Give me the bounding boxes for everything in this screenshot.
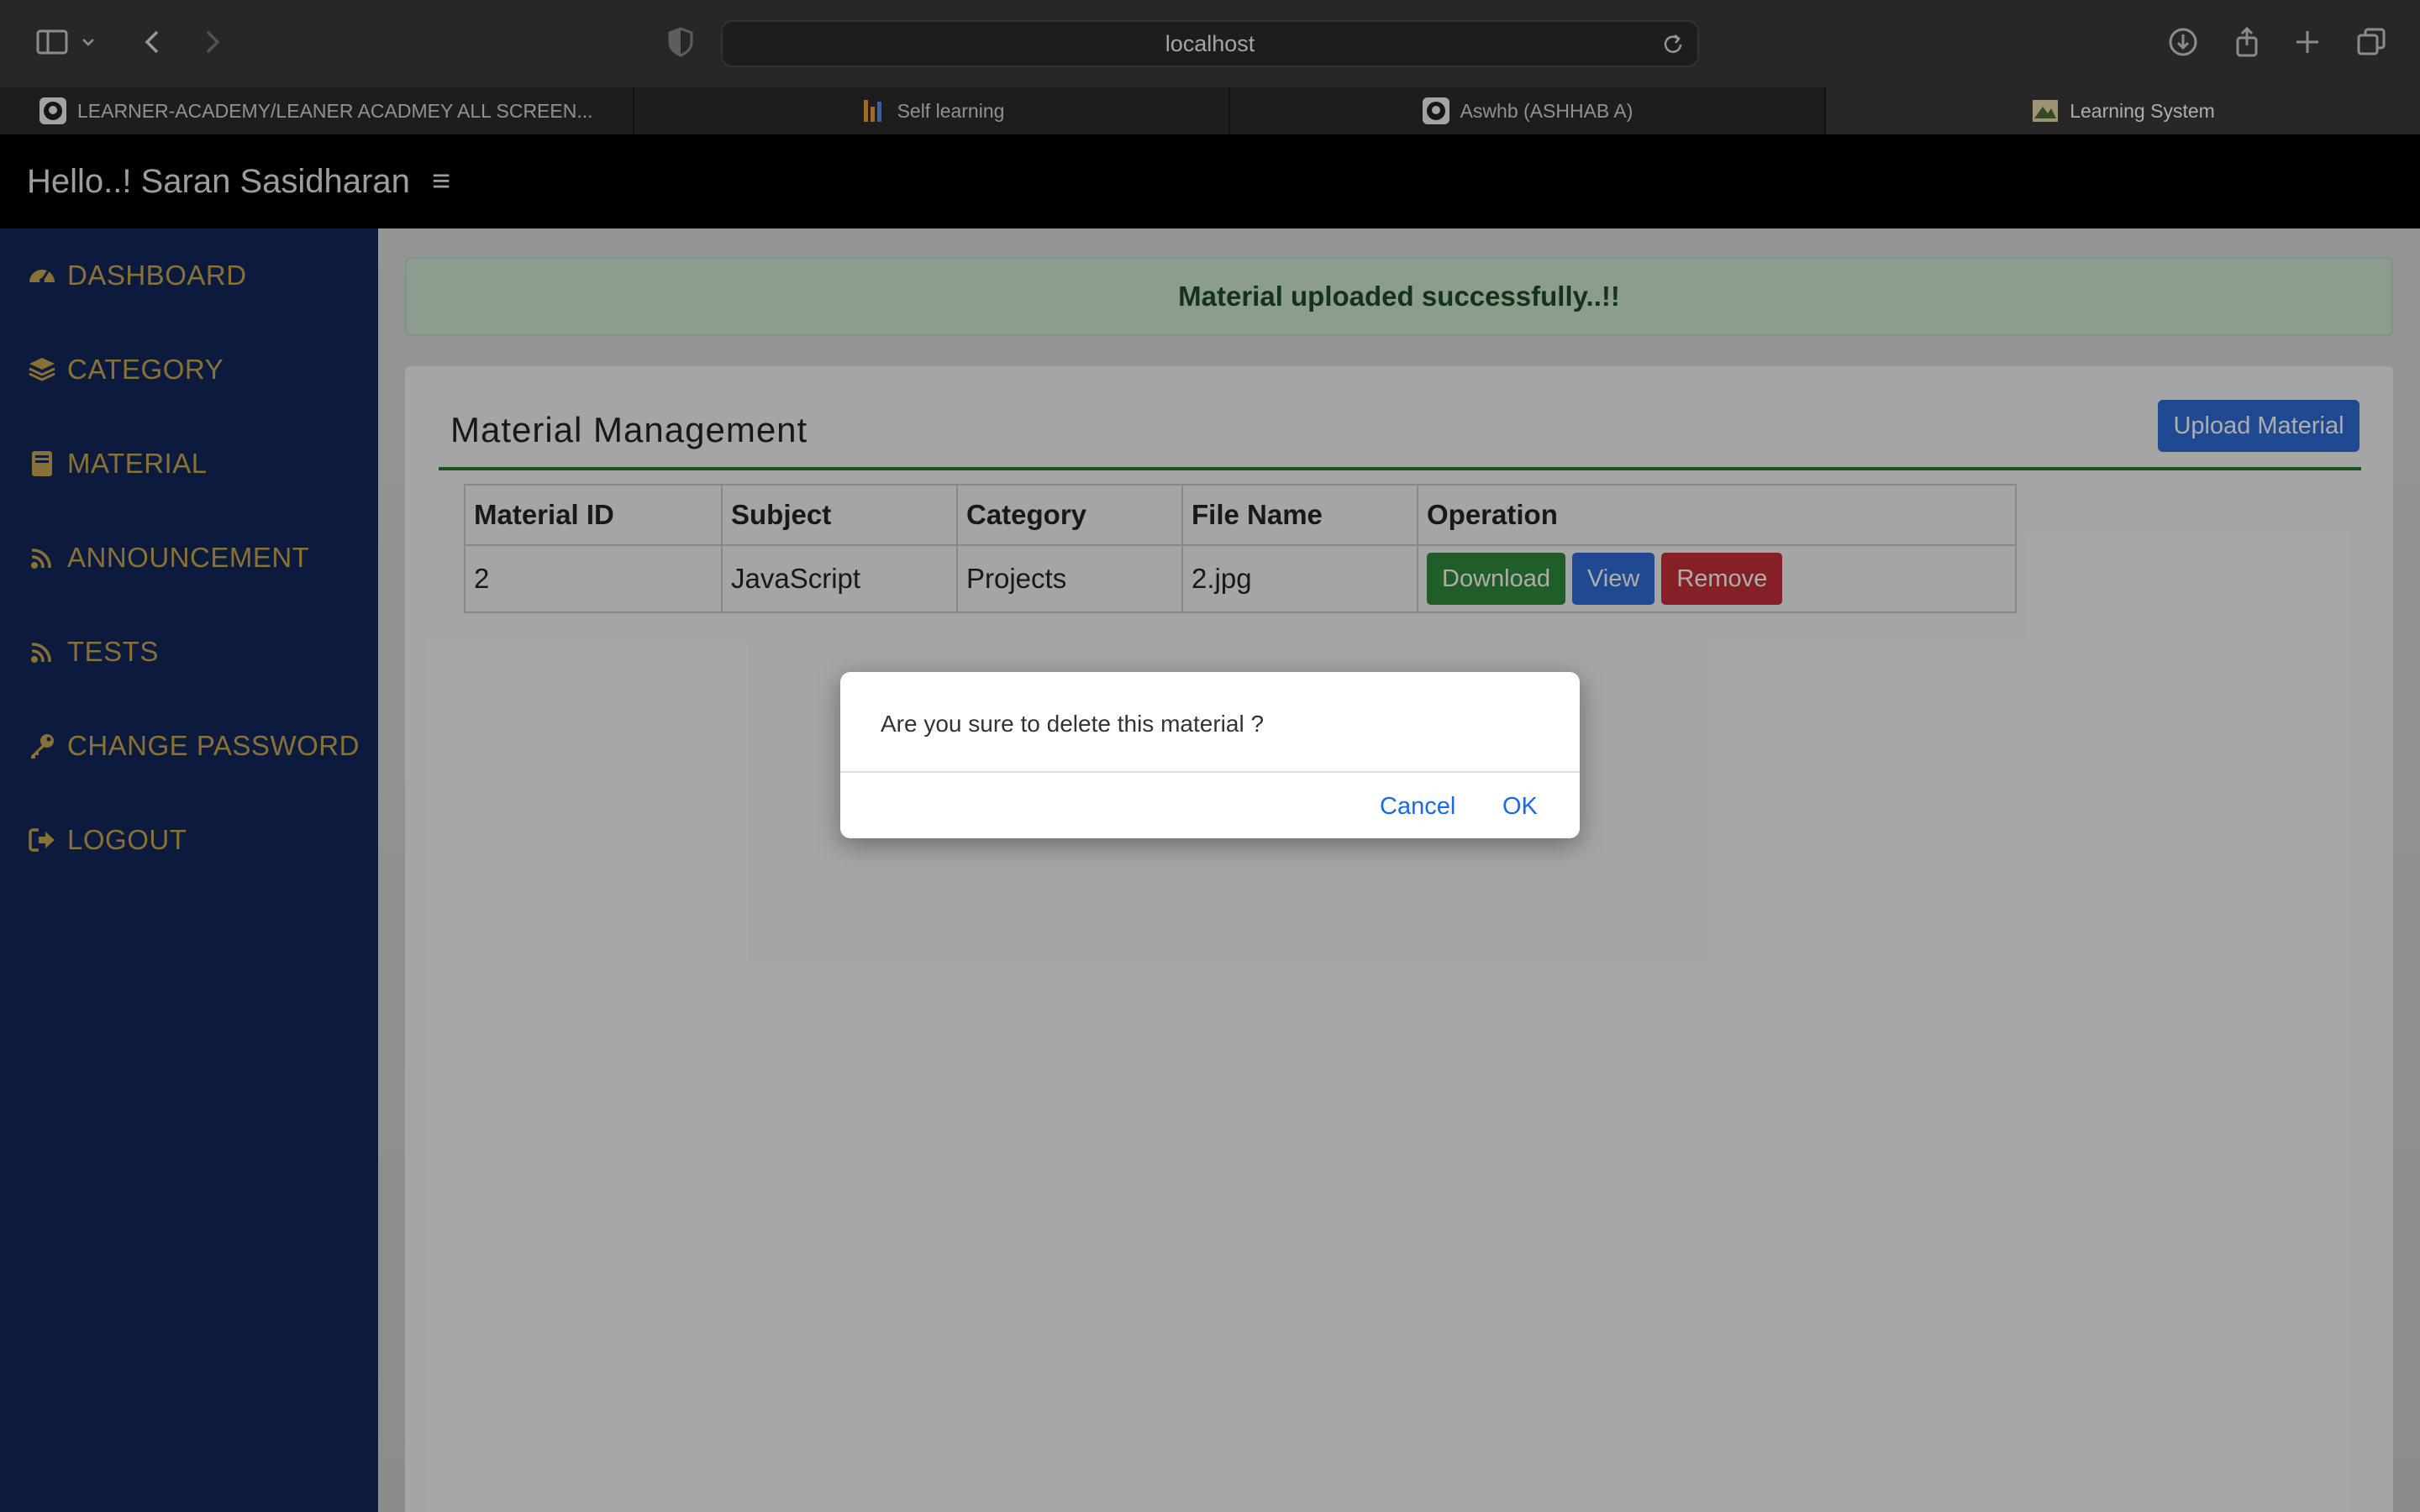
ok-button[interactable]: OK: [1502, 793, 1538, 821]
dialog-divider: [840, 771, 1580, 773]
cancel-button[interactable]: Cancel: [1380, 793, 1455, 821]
dialog-message: Are you sure to delete this material ?: [881, 711, 1265, 737]
confirm-dialog: Are you sure to delete this material ? C…: [840, 672, 1580, 838]
